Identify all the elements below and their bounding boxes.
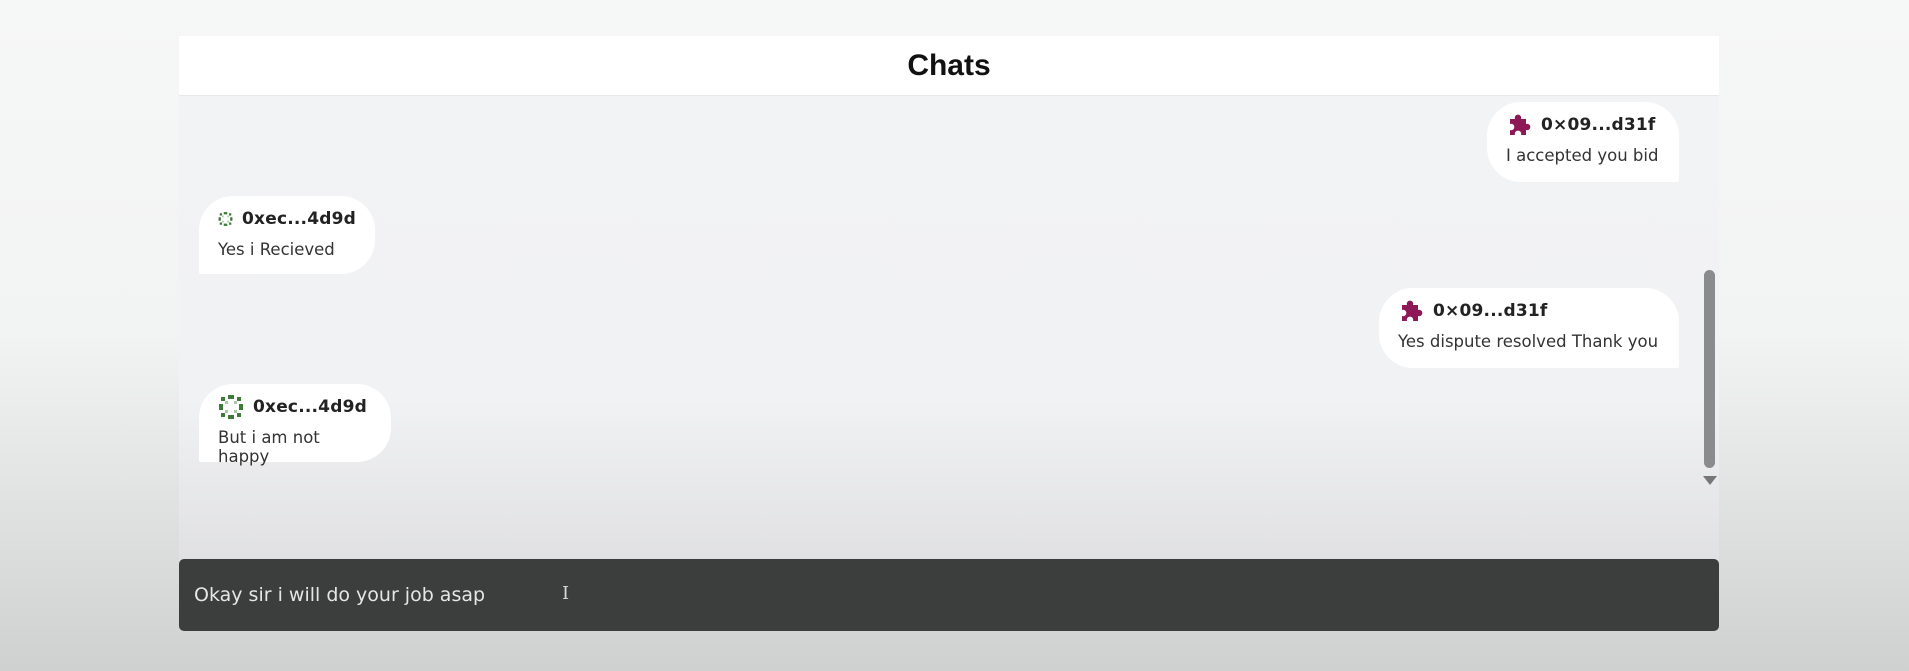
message-bubble: 0×09...d31f I accepted you bid xyxy=(1487,102,1679,182)
sender-address: 0xec...4d9d xyxy=(253,397,367,417)
message-sender: 0×09...d31f xyxy=(1506,112,1660,138)
dotted-ring-icon xyxy=(219,395,243,419)
puzzle-icon xyxy=(1402,300,1423,321)
message-list[interactable]: 0×09...d31f I accepted you bid 0xec...4d… xyxy=(179,96,1719,596)
text-cursor-icon: Ι xyxy=(562,583,570,604)
sender-address: 0xec...4d9d xyxy=(242,209,356,229)
sender-address: 0×09...d31f xyxy=(1433,301,1548,321)
chat-header: Chats xyxy=(179,36,1719,96)
message-sender: 0xec...4d9d xyxy=(218,206,356,232)
message-text: I accepted you bid xyxy=(1506,146,1659,165)
message-input[interactable] xyxy=(194,584,1644,606)
page-title: Chats xyxy=(907,48,991,82)
sender-address: 0×09...d31f xyxy=(1541,115,1656,135)
scrollbar-thumb[interactable] xyxy=(1704,270,1715,468)
dotted-ring-icon xyxy=(218,212,233,226)
message-text: Yes i Recieved xyxy=(218,240,335,259)
message-scrollbar[interactable] xyxy=(1699,96,1719,596)
message-bubble: 0xec...4d9d But i am not happy xyxy=(199,384,391,466)
message-bubble: 0×09...d31f Yes dispute resolved Thank y… xyxy=(1379,288,1679,368)
message-sender: 0×09...d31f xyxy=(1398,298,1660,324)
message-sender: 0xec...4d9d xyxy=(218,394,372,420)
scroll-down-arrow-icon[interactable] xyxy=(1703,476,1717,485)
chat-panel: Chats 0×09...d31f I accepted you bid 0xe… xyxy=(179,36,1719,636)
message-text: But i am not happy xyxy=(218,428,320,466)
message-composer[interactable]: Ι xyxy=(179,559,1719,631)
message-bubble: 0xec...4d9d Yes i Recieved xyxy=(199,196,375,274)
puzzle-icon xyxy=(1510,114,1531,135)
message-text: Yes dispute resolved Thank you xyxy=(1398,332,1659,351)
